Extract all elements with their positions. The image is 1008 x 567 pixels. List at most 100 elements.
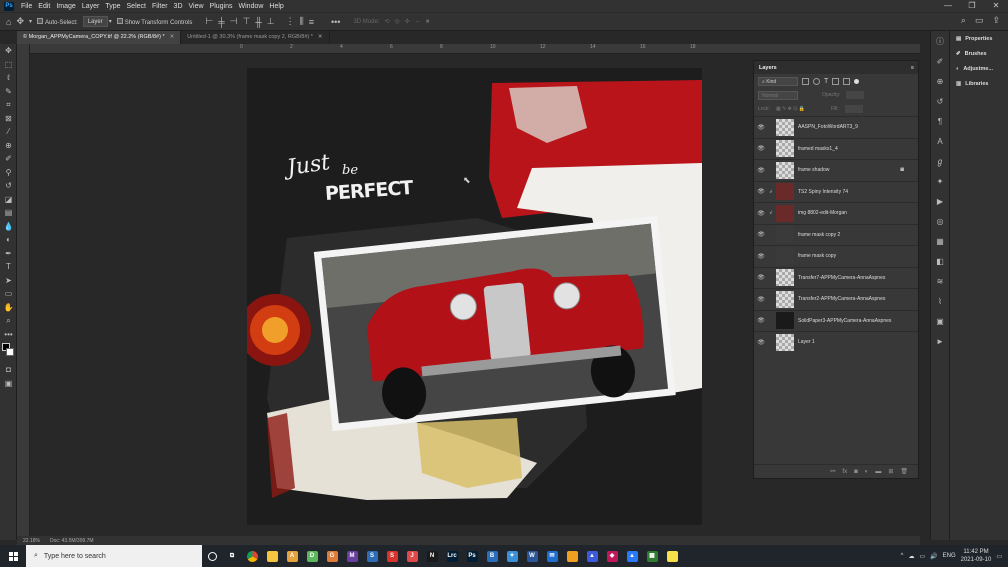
- paragraph-icon[interactable]: ¶: [931, 111, 949, 131]
- move-tool-icon[interactable]: ✥: [0, 44, 17, 58]
- app-photo-icon[interactable]: ▲: [622, 545, 642, 567]
- marquee-tool-icon[interactable]: ⬚: [0, 58, 17, 72]
- kind-filter-dropdown[interactable]: ⌕ Kind: [758, 76, 798, 86]
- layer-row[interactable]: 👁 ↲ TS2 Spiny Intensity 74: [754, 180, 918, 203]
- menu-edit[interactable]: Edit: [35, 3, 53, 10]
- menu-select[interactable]: Select: [124, 3, 149, 10]
- menu-layer[interactable]: Layer: [79, 3, 103, 10]
- 3d-slide-icon[interactable]: ⇔: [415, 19, 421, 25]
- layer-thumbnail[interactable]: [776, 269, 794, 287]
- layer-name[interactable]: SolidPaper3-APPMyCamera-AnnaAspnes: [798, 318, 891, 324]
- align-right-icon[interactable]: ⊣: [230, 16, 238, 27]
- distribute-h-icon[interactable]: ⫼: [300, 16, 304, 27]
- fill-field[interactable]: [844, 105, 863, 113]
- quick-select-tool-icon[interactable]: ✎: [0, 85, 17, 99]
- layer-thumbnail[interactable]: [776, 312, 794, 330]
- layer-row[interactable]: 👁 framed masks1_4: [754, 137, 918, 160]
- volume-icon[interactable]: 🔊: [930, 553, 937, 560]
- panel-menu-icon[interactable]: ≡: [911, 65, 914, 71]
- link-layers-icon[interactable]: ⚯: [830, 468, 835, 475]
- visibility-eye-icon[interactable]: 👁: [754, 167, 768, 174]
- layer-name[interactable]: AASPN_FotoWordART3_9: [798, 124, 858, 130]
- color-icon[interactable]: ◧: [931, 251, 949, 271]
- layer-row[interactable]: 👁 frame mask copy: [754, 245, 918, 267]
- photoshop-icon[interactable]: Ps: [462, 545, 482, 567]
- app-d-icon[interactable]: D: [302, 545, 322, 567]
- adjustments-panel-button[interactable]: ◐ Adjustme...: [950, 61, 1008, 76]
- align-middle-icon[interactable]: ╫: [255, 17, 261, 27]
- crop-tool-icon[interactable]: ⌗: [0, 98, 17, 112]
- notifications-icon[interactable]: ▭: [996, 553, 1002, 560]
- close-button[interactable]: ✕: [984, 0, 1008, 12]
- document-size[interactable]: Doc: 43.5M/399.7M: [50, 538, 94, 544]
- quick-mask-icon[interactable]: ◘: [0, 363, 17, 377]
- align-top-icon[interactable]: ⊤: [243, 16, 251, 27]
- opacity-field[interactable]: [846, 91, 865, 99]
- layer-thumbnail[interactable]: [776, 183, 794, 201]
- layer-row[interactable]: 👁 frame mask copy 2: [754, 223, 918, 246]
- layer-effects-icon[interactable]: ◙: [900, 167, 904, 173]
- add-mask-icon[interactable]: ◙: [854, 469, 858, 475]
- visibility-eye-icon[interactable]: 👁: [754, 124, 768, 131]
- layer-row[interactable]: 👁 ↲ img 8802-edit-Morgan: [754, 202, 918, 224]
- app-pink-icon[interactable]: ◆: [602, 545, 622, 567]
- delete-layer-icon[interactable]: 🗑: [900, 468, 908, 475]
- eyedropper-tool-icon[interactable]: ⁄: [0, 125, 17, 139]
- navigator-icon[interactable]: ◎: [931, 211, 949, 231]
- brush-tool-icon[interactable]: ✐: [0, 152, 17, 166]
- visibility-eye-icon[interactable]: 👁: [754, 231, 768, 238]
- character-icon[interactable]: A: [931, 131, 949, 151]
- properties-panel-button[interactable]: ▤ Properties: [950, 31, 1008, 46]
- close-icon[interactable]: ✕: [170, 34, 175, 40]
- history-icon[interactable]: ↺: [931, 91, 949, 111]
- layer-name[interactable]: Layer 1: [798, 339, 815, 345]
- 3d-roll-icon[interactable]: ◎: [394, 18, 399, 25]
- transform-controls-checkbox[interactable]: Show Transform Controls: [116, 17, 192, 26]
- menu-file[interactable]: File: [18, 3, 35, 10]
- app-bird-icon[interactable]: ✦: [502, 545, 522, 567]
- photoshop-logo-icon[interactable]: Ps: [4, 1, 14, 11]
- menu-3d[interactable]: 3D: [171, 3, 186, 10]
- menu-type[interactable]: Type: [102, 3, 123, 10]
- menu-filter[interactable]: Filter: [149, 3, 171, 10]
- more-options-icon[interactable]: •••: [331, 17, 340, 27]
- more-tools-icon[interactable]: •••: [0, 328, 17, 342]
- app-m-icon[interactable]: M: [342, 545, 362, 567]
- close-icon[interactable]: ✕: [318, 34, 323, 40]
- minimize-button[interactable]: —: [936, 0, 960, 12]
- menu-view[interactable]: View: [186, 3, 207, 10]
- file-explorer-icon[interactable]: [262, 545, 282, 567]
- mail-icon[interactable]: ✉: [542, 545, 562, 567]
- history-brush-icon[interactable]: ↺: [0, 179, 17, 193]
- lock-icons[interactable]: ▦ ✎ ✥ ⊡ 🔒: [776, 106, 805, 112]
- color-swatches[interactable]: [0, 341, 17, 363]
- task-view-icon[interactable]: ⧉: [222, 545, 242, 567]
- layer-row[interactable]: 👁 Transfer2-APPMyCamera-AnnaAspnes: [754, 288, 918, 310]
- visibility-eye-icon[interactable]: 👁: [754, 274, 768, 281]
- layer-thumbnail[interactable]: [776, 247, 794, 265]
- layer-row[interactable]: 👁 Layer 1: [754, 331, 918, 353]
- swatches-icon[interactable]: ▦: [931, 231, 949, 251]
- app-red-icon[interactable]: S: [382, 545, 402, 567]
- menu-help[interactable]: Help: [266, 3, 286, 10]
- visibility-eye-icon[interactable]: 👁: [754, 317, 768, 324]
- app-a-icon[interactable]: A: [282, 545, 302, 567]
- document-canvas[interactable]: Just be PERFECT: [247, 68, 702, 525]
- layer-name[interactable]: framed masks1_4: [798, 146, 838, 152]
- filter-smart-icon[interactable]: [843, 77, 851, 85]
- 3d-scale-icon[interactable]: ■: [426, 19, 430, 25]
- app-j-icon[interactable]: J: [402, 545, 422, 567]
- layer-name[interactable]: TS2 Spiny Intensity 74: [798, 189, 848, 195]
- app-tri-icon[interactable]: ▲: [582, 545, 602, 567]
- battery-icon[interactable]: ▭: [919, 553, 925, 560]
- search-icon[interactable]: ⌕: [961, 15, 966, 26]
- dodge-tool-icon[interactable]: ◐: [0, 233, 17, 247]
- distribute-icon[interactable]: ⋮: [286, 16, 295, 27]
- layer-row[interactable]: 👁 SolidPaper3-APPMyCamera-AnnaAspnes: [754, 309, 918, 332]
- channels-icon[interactable]: ≋: [931, 271, 949, 291]
- blur-tool-icon[interactable]: 💧: [0, 220, 17, 234]
- layer-name[interactable]: Transfer2-APPMyCamera-AnnaAspnes: [798, 296, 885, 302]
- clone-source-icon[interactable]: ⊕: [931, 71, 949, 91]
- taskbar-search[interactable]: ⌕ Type here to search: [26, 545, 202, 567]
- visibility-eye-icon[interactable]: 👁: [754, 339, 768, 346]
